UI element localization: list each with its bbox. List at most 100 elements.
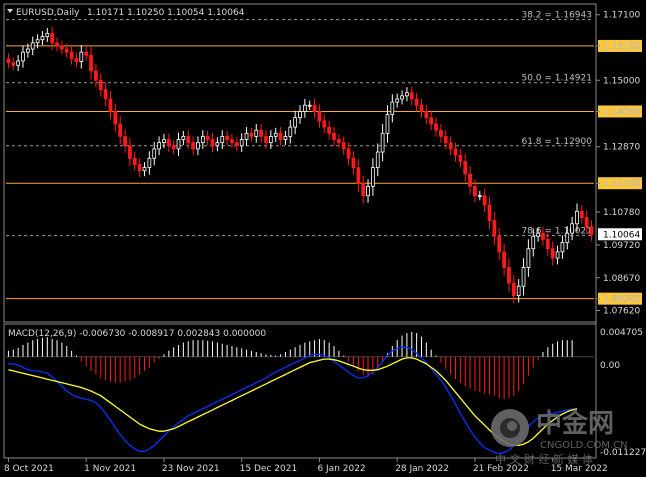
candle-body bbox=[108, 98, 113, 112]
candle-body bbox=[45, 33, 50, 37]
candle-body bbox=[293, 117, 297, 128]
candle-body bbox=[55, 42, 59, 47]
candle-body bbox=[191, 142, 195, 150]
candle-body bbox=[268, 136, 273, 144]
candle-body bbox=[555, 251, 560, 259]
candle-body bbox=[463, 160, 468, 175]
candle-body bbox=[60, 45, 64, 50]
chart-canvas[interactable]: 1.16100 1.14000 1.11700 1.08000 1.10064 38.2… bbox=[0, 0, 646, 477]
candle-body bbox=[443, 136, 448, 144]
candle-body bbox=[166, 139, 171, 147]
watermark-tagline: 中 文 财 经 新 媒 体 bbox=[495, 452, 593, 466]
candle-body bbox=[317, 111, 322, 122]
candle-body bbox=[157, 142, 161, 150]
x-tick-label: 28 Jan 2022 bbox=[395, 464, 449, 474]
candle-body bbox=[346, 148, 351, 159]
chart-header: EURUSD,Daily 1.10171 1.10250 1.10054 1.1… bbox=[7, 8, 245, 18]
candle-body bbox=[215, 142, 220, 147]
x-tick-label: 23 Nov 2021 bbox=[162, 464, 220, 474]
candle-body bbox=[303, 104, 307, 112]
watermark-brand: 中金网 bbox=[536, 408, 614, 439]
candle-body bbox=[429, 117, 434, 125]
candle-body bbox=[254, 129, 259, 137]
fib-label: 50.0 = 1.14921 bbox=[521, 74, 592, 84]
candle-body bbox=[536, 232, 540, 237]
candle-body bbox=[448, 142, 453, 150]
candle-body bbox=[283, 136, 288, 140]
candle-body bbox=[186, 136, 191, 144]
candle-body bbox=[400, 95, 404, 100]
candle-body bbox=[244, 132, 249, 140]
candle-body bbox=[273, 132, 278, 137]
candle-body bbox=[507, 267, 511, 284]
candle-body bbox=[128, 145, 132, 159]
candle-body bbox=[16, 60, 21, 66]
x-tick-label: 8 Oct 2021 bbox=[4, 464, 54, 474]
candle-body bbox=[123, 136, 127, 147]
candle-body bbox=[200, 136, 205, 144]
candle-body bbox=[477, 195, 482, 198]
candle-body bbox=[584, 217, 589, 228]
symbol-label: EURUSD,Daily bbox=[16, 8, 80, 18]
candle-body bbox=[113, 111, 118, 125]
candle-body bbox=[152, 148, 157, 159]
y-tick-label: 1.17100 bbox=[603, 11, 640, 21]
dropdown-arrow-icon[interactable] bbox=[7, 9, 13, 13]
candle-body bbox=[6, 58, 11, 64]
x-tick-label: 15 Dec 2021 bbox=[240, 464, 298, 474]
candle-body bbox=[497, 235, 502, 253]
x-tick-label: 1 Nov 2021 bbox=[84, 464, 136, 474]
candle-body bbox=[137, 164, 142, 172]
candle-body bbox=[196, 142, 200, 150]
chart-window: 1.16100 1.14000 1.11700 1.08000 1.10064 38.2… bbox=[0, 0, 646, 477]
candle-body bbox=[98, 79, 103, 91]
candle-body bbox=[239, 139, 244, 147]
candle-body bbox=[492, 220, 497, 237]
candle-body bbox=[50, 33, 55, 44]
candle-body bbox=[579, 210, 584, 218]
candle-body bbox=[74, 58, 79, 62]
watermark-domain: CNGOLD.COM.CN bbox=[540, 440, 628, 451]
candle-body bbox=[205, 136, 210, 140]
candle-body bbox=[337, 139, 341, 144]
candle-body bbox=[21, 51, 25, 62]
candle-body bbox=[516, 285, 521, 296]
candle-body bbox=[64, 48, 69, 53]
candle-body bbox=[147, 157, 152, 169]
candle-body bbox=[560, 242, 565, 253]
y-tick-label: 1.12870 bbox=[603, 143, 640, 153]
candle-body bbox=[380, 132, 385, 153]
candle-body bbox=[264, 136, 268, 144]
candle-body bbox=[89, 54, 93, 72]
candle-body bbox=[162, 139, 166, 144]
candle-body bbox=[322, 120, 327, 128]
candle-body bbox=[298, 111, 302, 119]
candle-body bbox=[103, 89, 108, 100]
candle-body bbox=[278, 132, 283, 140]
macd-label: MACD(12,26,9) -0.006730 -0.008917 0.0028… bbox=[8, 329, 266, 339]
candle-body bbox=[225, 136, 229, 140]
candle-body bbox=[439, 129, 443, 137]
candle-body bbox=[259, 129, 263, 137]
macd-line bbox=[8, 346, 577, 455]
candle-body bbox=[327, 126, 332, 134]
candle-body bbox=[35, 39, 40, 44]
candle-body bbox=[351, 157, 356, 169]
candle-body bbox=[473, 185, 477, 197]
ohlc-values: 1.10171 1.10250 1.10054 1.10064 bbox=[87, 8, 245, 18]
candle-body bbox=[84, 51, 89, 56]
fib-label: 61.8 = 1.12900 bbox=[521, 137, 592, 147]
candle-body bbox=[366, 185, 370, 197]
candle-body bbox=[487, 204, 492, 222]
candle-body bbox=[288, 126, 293, 137]
macd-tick-zero: 0.00 bbox=[600, 361, 620, 371]
candle-body bbox=[307, 104, 312, 107]
candle-body bbox=[132, 157, 137, 165]
candle-body bbox=[26, 48, 30, 53]
candle-body bbox=[458, 154, 463, 162]
candle-body bbox=[405, 92, 409, 97]
candle-body bbox=[361, 182, 366, 197]
candle-body bbox=[390, 101, 395, 115]
candle-body bbox=[409, 92, 414, 100]
candle-body bbox=[371, 167, 375, 187]
